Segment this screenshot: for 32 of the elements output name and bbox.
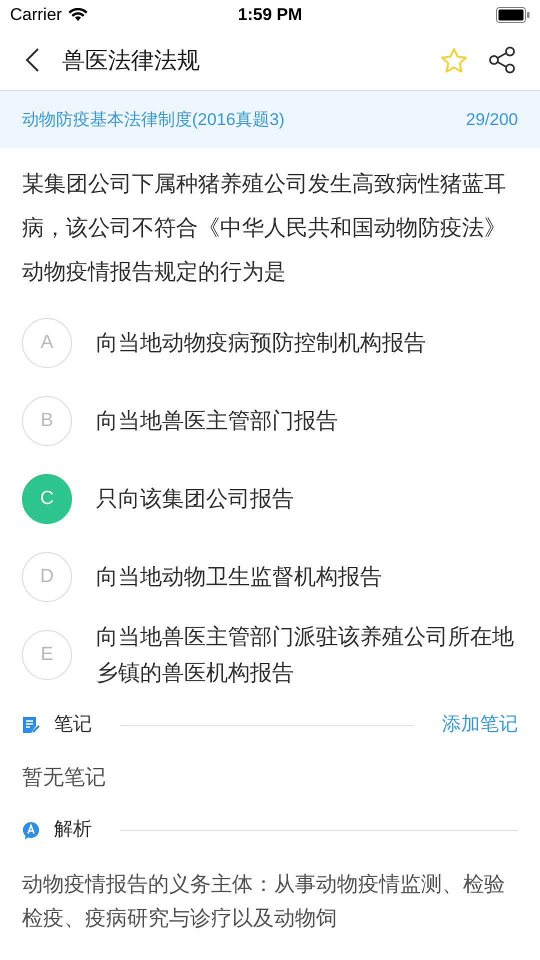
option-letter: E [22,630,72,680]
option-text: 向当地动物卫生监督机构报告 [96,563,382,591]
answer-icon [22,821,40,840]
back-icon[interactable] [24,47,40,73]
option-text: 向当地动物疫病预防控制机构报告 [96,329,426,357]
option-text: 向当地兽医主管部门报告 [96,407,338,435]
option-text: 只向该集团公司报告 [96,485,294,513]
wifi-icon [68,8,88,22]
note-icon [22,716,40,734]
analysis-text: 动物疫情报告的义务主体：从事动物疫情监测、检验检疫、疫病研究与诊疗以及动物饲 [21,872,506,932]
answer-option[interactable]: B 向当地兽医主管部门报告 [22,382,518,460]
answer-option[interactable]: C 只向该集团公司报告 [22,460,518,538]
page-title: 兽医法律法规 [62,46,201,75]
battery-icon [496,7,530,23]
option-letter: C [22,474,72,524]
progress-count: 29/200 [466,108,518,131]
answer-option[interactable]: A 向当地动物疫病预防控制机构报告 [22,304,518,382]
answer-option[interactable]: E 向当地兽医主管部门派驻该养殖公司所在地乡镇的兽医机构报告 [22,616,518,694]
star-icon[interactable] [440,46,468,74]
analysis-heading: 解析 [54,818,92,842]
empty-notes-text: 暂无笔记 [21,765,107,791]
option-letter: D [22,552,72,602]
clock-time: 1:59 PM [238,4,302,26]
option-letter: A [22,318,72,368]
chapter-title: 动物防疫基本法律制度(2016真题3) [22,108,285,131]
carrier-label: Carrier [10,4,62,26]
share-icon[interactable] [488,46,516,74]
question-text: 某集团公司下属种猪养殖公司发生高致病性猪蓝耳病，该公司不符合《中华人民共和国动物防疫法》动物疫情报告规定的行为是 [21,170,507,286]
notes-heading: 笔记 [54,712,92,737]
option-letter: B [22,396,72,446]
option-text: 向当地兽医主管部门派驻该养殖公司所在地乡镇的兽医机构报告 [96,623,515,687]
answer-option[interactable]: D 向当地动物卫生监督机构报告 [22,538,518,616]
